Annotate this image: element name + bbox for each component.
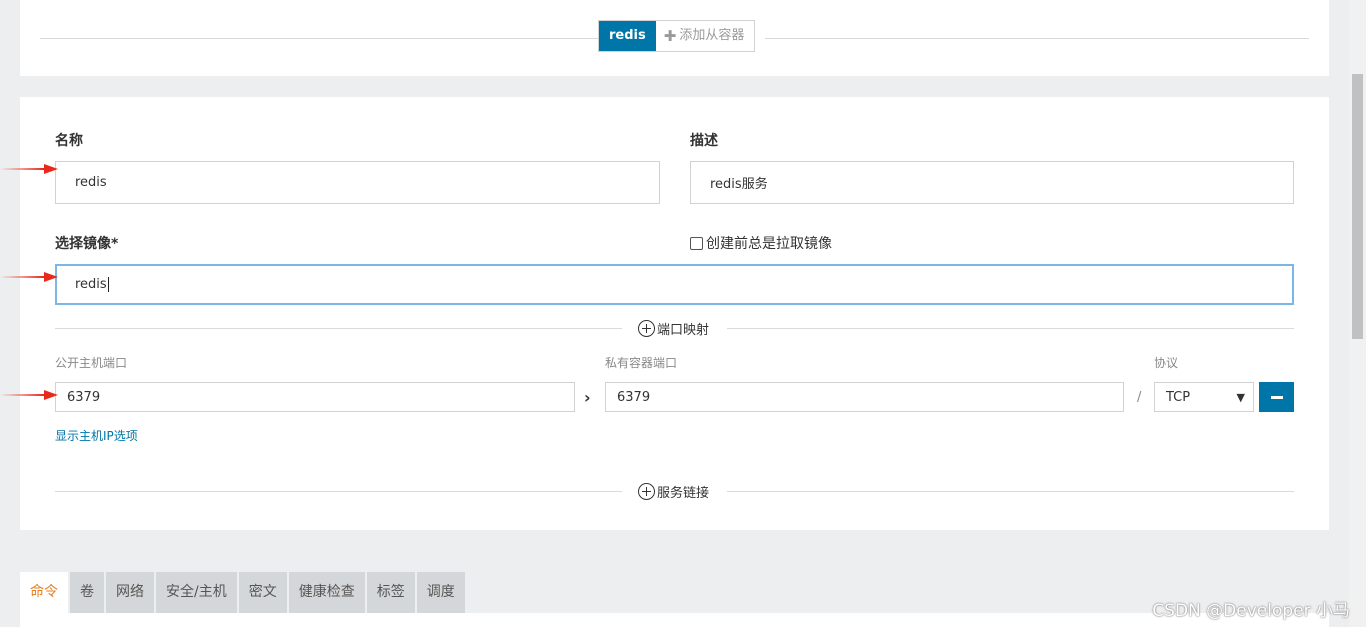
tab-labels[interactable]: 标签 xyxy=(366,572,415,613)
divider xyxy=(727,491,1294,492)
image-input[interactable]: redis xyxy=(55,264,1294,305)
remove-port-button[interactable] xyxy=(1259,382,1294,412)
page: redis ✚ 添加从容器 名称 redis 描述 redis服务 选择镜像* … xyxy=(0,0,1366,627)
tab-health-check[interactable]: 健康检查 xyxy=(288,572,365,613)
description-label: 描述 xyxy=(690,133,718,149)
tab-redis[interactable]: redis xyxy=(599,21,656,51)
divider xyxy=(55,328,622,329)
red-arrow-icon xyxy=(0,272,58,282)
divider xyxy=(40,38,603,39)
image-input-value: redis xyxy=(75,277,107,292)
tab-volumes[interactable]: 卷 xyxy=(70,572,104,613)
private-port-label: 私有容器端口 xyxy=(605,356,678,370)
name-input[interactable]: redis xyxy=(55,161,660,204)
scrollbar-thumb[interactable] xyxy=(1352,74,1363,339)
divider xyxy=(727,328,1294,329)
plus-icon: ✚ xyxy=(663,27,677,45)
protocol-value: TCP xyxy=(1166,389,1191,405)
always-pull-checkbox-row[interactable]: 创建前总是拉取镜像 xyxy=(690,233,832,253)
vertical-scrollbar[interactable] xyxy=(1349,0,1366,627)
config-tabs: 命令 卷 网络 安全/主机 密文 健康检查 标签 调度 xyxy=(20,572,465,613)
tab-scheduling[interactable]: 调度 xyxy=(416,572,465,613)
public-port-input[interactable]: 6379 xyxy=(55,382,575,412)
protocol-select[interactable]: TCP ▼ xyxy=(1154,382,1254,412)
watermark: CSDN @Developer 小马 xyxy=(1152,601,1350,621)
service-links-label: 服务链接 xyxy=(657,486,710,501)
description-input[interactable]: redis服务 xyxy=(690,161,1294,204)
protocol-label: 协议 xyxy=(1154,356,1179,370)
tab-secrets[interactable]: 密文 xyxy=(238,572,287,613)
tab-content-area xyxy=(20,613,1329,627)
image-label: 选择镜像* xyxy=(55,236,119,252)
show-host-ip-link[interactable]: 显示主机IP选项 xyxy=(55,427,138,444)
red-arrow-icon xyxy=(0,164,58,174)
divider xyxy=(55,491,622,492)
port-mapping-label: 端口映射 xyxy=(657,323,710,338)
service-links-toggle[interactable]: 服务链接 xyxy=(638,482,709,501)
add-sidecar-button[interactable]: ✚ 添加从容器 xyxy=(656,21,755,51)
minus-icon xyxy=(1270,395,1283,399)
always-pull-label: 创建前总是拉取镜像 xyxy=(706,236,832,252)
tab-network[interactable]: 网络 xyxy=(106,572,154,613)
chevron-right-icon: › xyxy=(584,388,591,407)
red-arrow-icon xyxy=(0,390,58,400)
tab-command[interactable]: 命令 xyxy=(20,572,68,613)
text-caret xyxy=(107,277,109,292)
public-port-label: 公开主机端口 xyxy=(55,356,128,370)
always-pull-checkbox[interactable] xyxy=(690,236,703,250)
divider xyxy=(765,38,1309,39)
chevron-down-icon: ▼ xyxy=(1236,390,1245,404)
circle-plus-icon xyxy=(638,483,655,500)
circle-plus-icon xyxy=(638,320,655,337)
tab-security-host[interactable]: 安全/主机 xyxy=(156,572,237,613)
private-port-input[interactable]: 6379 xyxy=(605,382,1124,412)
container-tab-group: redis ✚ 添加从容器 xyxy=(598,20,756,52)
description-input-value: redis服务 xyxy=(710,177,768,192)
port-mapping-toggle[interactable]: 端口映射 xyxy=(638,319,709,338)
add-sidecar-label: 添加从容器 xyxy=(679,28,745,43)
name-input-value: redis xyxy=(75,175,107,190)
separator-slash: / xyxy=(1137,390,1142,405)
name-label: 名称 xyxy=(55,133,83,149)
private-port-value: 6379 xyxy=(617,389,651,405)
public-port-value: 6379 xyxy=(67,389,101,405)
